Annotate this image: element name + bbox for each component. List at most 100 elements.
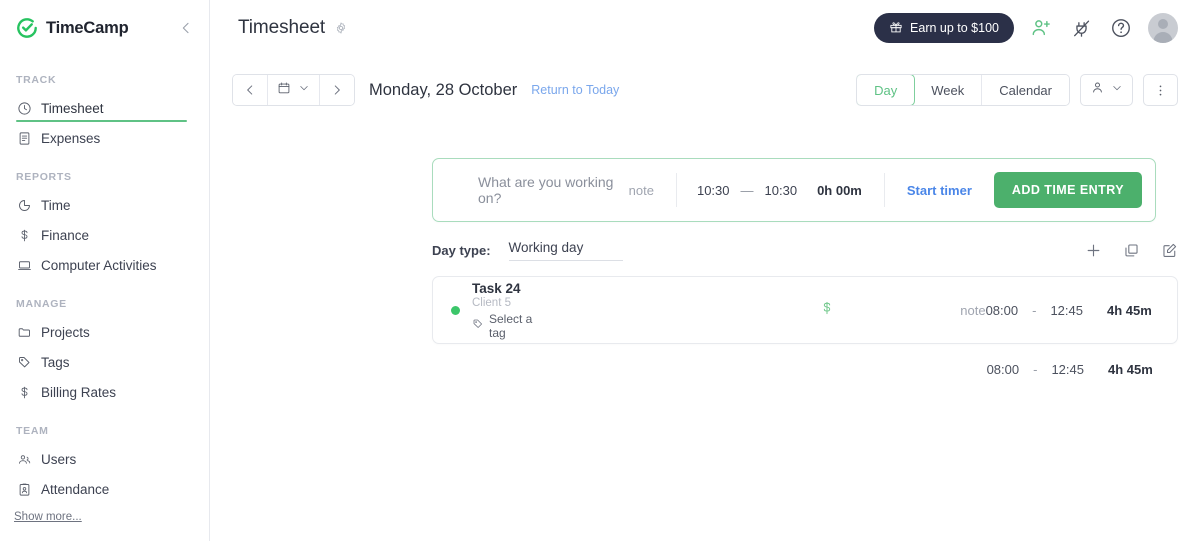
view-mode-calendar[interactable]: Calendar bbox=[982, 75, 1069, 105]
sidebar-item-attendance[interactable]: Attendance bbox=[0, 474, 209, 504]
copy-icon[interactable] bbox=[1122, 241, 1140, 259]
entry-start-time[interactable]: 08:00 bbox=[986, 303, 1019, 318]
sidebar-item-label: Attendance bbox=[41, 481, 110, 497]
earn-label: Earn up to $100 bbox=[910, 21, 999, 35]
calendar-picker-button[interactable] bbox=[267, 75, 319, 105]
add-user-icon[interactable] bbox=[1028, 15, 1054, 41]
sidebar-item-label: Time bbox=[41, 197, 71, 213]
top-actions: Earn up to $100 bbox=[874, 13, 1178, 43]
chevron-down-icon bbox=[1111, 81, 1123, 99]
return-to-today-link[interactable]: Return to Today bbox=[531, 83, 619, 97]
entry-tag-label: Select a tag bbox=[489, 311, 533, 340]
entry-client-name: Client 5 bbox=[472, 296, 511, 309]
gear-icon[interactable] bbox=[334, 21, 348, 35]
sidebar-item-label: Projects bbox=[41, 324, 90, 340]
summary-start-time: 08:00 bbox=[986, 361, 1020, 377]
sidebar-group-track: TRACK bbox=[16, 74, 57, 86]
person-icon bbox=[1090, 80, 1105, 100]
gift-icon bbox=[889, 20, 903, 37]
app-root: TimeCamp TRACK Timesheet Expenses REPORT… bbox=[0, 0, 1200, 541]
previous-day-button[interactable] bbox=[233, 75, 267, 105]
badge-person-icon bbox=[16, 481, 32, 497]
day-type-row: Day type: Working day bbox=[432, 234, 1178, 266]
timer-description-input[interactable]: What are you working on? bbox=[433, 174, 629, 206]
plus-icon[interactable] bbox=[1084, 241, 1102, 259]
sidebar-item-tags[interactable]: Tags bbox=[0, 347, 209, 377]
date-toolbar: Monday, 28 October Return to Today Day W… bbox=[210, 66, 1200, 114]
entry-task-name[interactable]: Task 24 bbox=[472, 281, 534, 296]
check-circle-icon bbox=[16, 17, 38, 39]
time-range-dash: - bbox=[1033, 361, 1038, 377]
timer-end-time[interactable]: 10:30 bbox=[765, 183, 798, 198]
table-row[interactable]: Task 24 Client 5 Select a tag note 08:00… bbox=[432, 276, 1178, 344]
timer-note-field[interactable]: note bbox=[629, 183, 676, 198]
receipt-icon bbox=[16, 130, 32, 146]
start-timer-link[interactable]: Start timer bbox=[885, 183, 994, 198]
plug-off-icon[interactable] bbox=[1068, 15, 1094, 41]
earn-rewards-button[interactable]: Earn up to $100 bbox=[874, 13, 1014, 43]
entry-time-range: 08:00 - 12:45 4h 45m bbox=[986, 303, 1177, 318]
pie-chart-icon bbox=[16, 197, 32, 213]
users-icon bbox=[16, 451, 32, 467]
clock-icon bbox=[16, 100, 32, 116]
toolbar-left: Monday, 28 October Return to Today bbox=[232, 74, 619, 106]
sidebar-item-label: Computer Activities bbox=[41, 257, 157, 273]
next-day-button[interactable] bbox=[319, 75, 354, 105]
view-mode-week[interactable]: Week bbox=[914, 75, 983, 105]
avatar[interactable] bbox=[1148, 13, 1178, 43]
summary-total-duration: 4h 45m bbox=[1108, 361, 1153, 377]
main-content: Timesheet Earn up to $100 Monday, 28 Oct… bbox=[210, 0, 1200, 541]
view-mode-day[interactable]: Day bbox=[857, 75, 916, 105]
page-title: Timesheet bbox=[238, 17, 326, 38]
entry-note-field[interactable]: note bbox=[960, 303, 985, 318]
sidebar-item-timesheet[interactable]: Timesheet bbox=[0, 93, 209, 123]
tag-icon bbox=[16, 354, 32, 370]
sidebar: TimeCamp TRACK Timesheet Expenses REPORT… bbox=[0, 0, 210, 541]
folder-icon bbox=[16, 324, 32, 340]
chevron-left-icon[interactable] bbox=[177, 19, 195, 37]
sidebar-item-label: Expenses bbox=[41, 130, 101, 146]
show-more-link[interactable]: Show more... bbox=[14, 511, 82, 523]
time-range-dash: - bbox=[1032, 302, 1037, 318]
sidebar-item-time[interactable]: Time bbox=[0, 190, 209, 220]
timer-duration[interactable]: 0h 00m bbox=[817, 183, 884, 198]
sidebar-item-label: Billing Rates bbox=[41, 384, 117, 400]
dollar-icon[interactable] bbox=[819, 300, 835, 320]
add-time-entry-button[interactable]: ADD TIME ENTRY bbox=[993, 172, 1142, 208]
sidebar-item-label: Tags bbox=[41, 354, 70, 370]
more-options-button[interactable] bbox=[1143, 74, 1178, 106]
sidebar-item-label: Users bbox=[41, 451, 77, 467]
timer-entry-bar: What are you working on? note 10:30 — 10… bbox=[432, 158, 1156, 222]
question-circle-icon[interactable] bbox=[1108, 15, 1134, 41]
dollar-icon bbox=[16, 227, 32, 243]
user-filter-button[interactable] bbox=[1080, 74, 1133, 106]
sidebar-item-expenses[interactable]: Expenses bbox=[0, 123, 209, 153]
calendar-icon bbox=[277, 81, 291, 100]
timer-time-range: 10:30 — 10:30 bbox=[677, 183, 817, 198]
day-type-label: Day type: bbox=[432, 242, 491, 258]
sidebar-item-finance[interactable]: Finance bbox=[0, 220, 209, 250]
sidebar-item-label: Finance bbox=[41, 227, 90, 243]
day-summary-row: 08:00 - 12:45 4h 45m bbox=[432, 355, 1178, 383]
entry-tag-selector[interactable]: Select a tag bbox=[472, 312, 534, 340]
entry-end-time[interactable]: 12:45 bbox=[1050, 303, 1083, 318]
dollar-icon bbox=[16, 384, 32, 400]
sidebar-item-projects[interactable]: Projects bbox=[0, 317, 209, 347]
timer-start-time[interactable]: 10:30 bbox=[697, 183, 730, 198]
day-type-select[interactable]: Working day bbox=[508, 240, 624, 261]
entry-status-dot bbox=[451, 305, 460, 315]
laptop-icon bbox=[16, 257, 32, 273]
summary-end-time: 12:45 bbox=[1051, 361, 1084, 377]
sidebar-item-users[interactable]: Users bbox=[0, 444, 209, 474]
sidebar-item-label: Timesheet bbox=[41, 100, 104, 116]
brand-name: TimeCamp bbox=[46, 18, 129, 37]
entry-duration: 4h 45m bbox=[1107, 302, 1152, 318]
date-navigator bbox=[232, 74, 355, 106]
sidebar-item-computer-activities[interactable]: Computer Activities bbox=[0, 250, 209, 280]
sidebar-item-billing-rates[interactable]: Billing Rates bbox=[0, 377, 209, 407]
pencil-square-icon[interactable] bbox=[1160, 241, 1178, 259]
chevron-down-icon bbox=[298, 81, 310, 99]
sidebar-group-manage: MANAGE bbox=[16, 298, 67, 310]
brand-row: TimeCamp bbox=[0, 0, 209, 56]
current-date-label: Monday, 28 October bbox=[369, 80, 518, 99]
